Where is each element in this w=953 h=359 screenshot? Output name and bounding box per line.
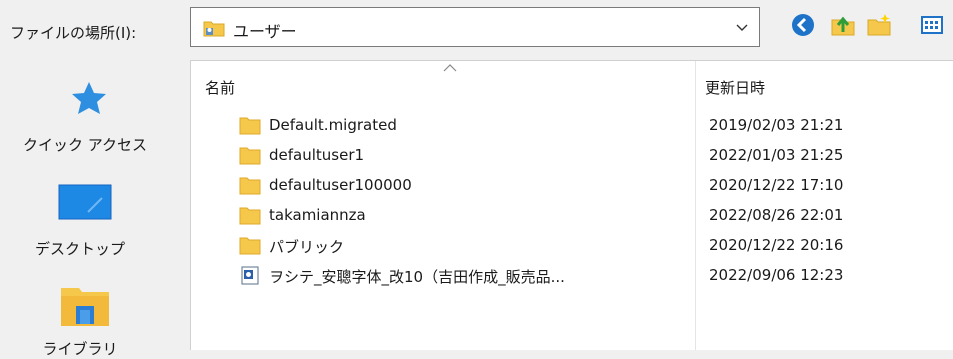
location-combobox[interactable]: ユーザー [190,7,760,47]
file-name: takamiannza [269,206,366,224]
file-list[interactable]: 名前 更新日時 Default.migrated 2019/02/03 21:2… [190,60,953,350]
file-name: パブリック [269,238,345,256]
location-current: ユーザー [233,22,297,41]
file-row[interactable]: defaultuser1 2022/01/03 21:25 [191,142,953,172]
file-name: defaultuser1 [269,146,365,164]
desktop-icon [58,184,112,220]
up-folder-icon[interactable] [830,12,856,38]
file-row[interactable]: defaultuser100000 2020/12/22 17:10 [191,172,953,202]
folder-icon [239,237,261,255]
shortcut-file-icon [241,266,259,285]
file-date: 2020/12/22 20:16 [709,236,844,254]
location-label: ファイルの場所(I): [10,24,137,42]
folder-user-icon [203,21,225,37]
library-icon [61,288,109,326]
places-bar: クイック アクセス デスクトップ ライブラリ [0,60,190,358]
column-header-modified[interactable]: 更新日時 [705,77,765,98]
new-folder-icon[interactable] [866,12,892,38]
quick-access-star-icon [72,82,106,114]
column-header-name[interactable]: 名前 [205,77,235,98]
file-row[interactable]: ヲシテ_安聰字体_改10（吉田作成_販売品... 2022/09/06 12:2… [191,262,953,292]
file-row[interactable]: takamiannza 2022/08/26 22:01 [191,202,953,232]
chevron-down-icon[interactable] [735,20,749,34]
nav-label-desktop: デスクトップ [34,240,125,258]
file-name: ヲシテ_安聰字体_改10（吉田作成_販売品... [269,268,565,286]
file-date: 2022/09/06 12:23 [709,266,844,284]
file-date: 2022/08/26 22:01 [709,206,844,224]
file-name: defaultuser100000 [269,176,412,194]
nav-label-quick-access: クイック アクセス [22,136,148,154]
file-name: Default.migrated [269,116,397,134]
file-row[interactable]: パブリック 2020/12/22 20:16 [191,232,953,262]
file-date: 2019/02/03 21:21 [709,116,844,134]
file-date: 2020/12/22 17:10 [709,176,844,194]
file-date: 2022/01/03 21:25 [709,146,844,164]
folder-icon [239,177,261,195]
back-icon[interactable] [790,12,816,38]
view-menu-icon[interactable] [920,12,946,38]
file-row[interactable]: Default.migrated 2019/02/03 21:21 [191,112,953,142]
folder-icon [239,147,261,165]
sort-ascending-icon [443,64,457,72]
folder-icon [239,117,261,135]
folder-icon [239,207,261,225]
